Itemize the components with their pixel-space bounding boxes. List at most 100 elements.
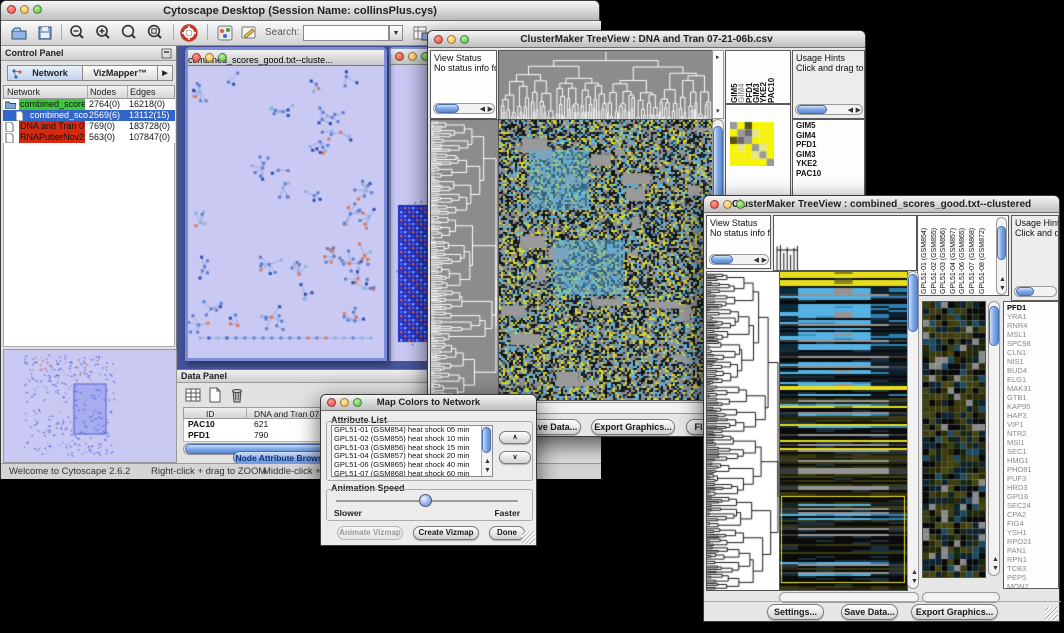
zoom-button[interactable]	[353, 398, 362, 407]
tv2-gene-label[interactable]: PUF3	[1007, 474, 1059, 483]
main-titlebar[interactable]: Cytoscape Desktop (Session Name: collins…	[1, 1, 599, 21]
minimize-button[interactable]	[447, 35, 456, 44]
tv2-titlebar[interactable]: ClusterMaker TreeView : combined_scores_…	[704, 196, 1059, 213]
tv2-gene-label[interactable]: TCB3	[1007, 564, 1059, 573]
zoom-button[interactable]	[33, 5, 42, 14]
tv1-row-dendrogram[interactable]	[430, 119, 499, 401]
tv2-gene-label[interactable]: HAP3	[1007, 411, 1059, 420]
tv2-gene-label[interactable]: SPC98	[1007, 339, 1059, 348]
tv1-titlebar[interactable]: ClusterMaker TreeView : DNA and Tran 07-…	[428, 31, 865, 48]
network-tree-row[interactable]: RNAPuberNov2+563(0)107847(0)	[3, 132, 175, 143]
network-tree-row[interactable]: DNA and Tran 07769(0)183728(0)	[3, 121, 175, 132]
network-tree-row[interactable]: combined_scores2764(0)16218(0)	[3, 99, 175, 110]
network-tree-row[interactable]: combined_sco2569(6)13112(15)	[3, 110, 175, 121]
tv2-status-hscrollbar[interactable]: ◀▶	[709, 254, 769, 265]
tv2-column-label[interactable]: GPL51-04 (GSM857)	[950, 218, 957, 294]
close-button[interactable]	[192, 53, 201, 62]
tv2-gene-label[interactable]: CPA2	[1007, 510, 1059, 519]
attribute-list[interactable]: GPL51-01 (GSM854) heat shock 05 minGPL51…	[331, 425, 493, 477]
tv2-zoom-heatmap[interactable]	[922, 301, 986, 578]
tv2-resize-grip[interactable]	[1045, 607, 1058, 620]
tv2-hints-hscrollbar[interactable]	[1014, 286, 1057, 297]
tv2-gene-label[interactable]: SEC1	[1007, 447, 1059, 456]
move-down-button[interactable]: ∨	[499, 451, 531, 464]
minimize-button[interactable]	[20, 5, 29, 14]
tv2-column-label[interactable]: GPL51-07 (GSM868)	[969, 218, 976, 294]
tv1-row-label[interactable]: GIM5	[796, 121, 864, 131]
tv1-row-label[interactable]: PFD1	[796, 140, 864, 150]
tv2-column-dendrogram[interactable]	[773, 215, 917, 271]
tv2-zoom-vscrollbar[interactable]: ▲▼	[988, 301, 1000, 576]
col-header-network[interactable]: Network	[7, 87, 40, 97]
close-button[interactable]	[327, 398, 336, 407]
tv2-gene-label[interactable]: SEC24	[1007, 501, 1059, 510]
network-window-1[interactable]: combined_scores_good.txt--cluste...	[185, 47, 387, 361]
zoom-in-icon[interactable]	[93, 23, 113, 43]
tv2-gene-label[interactable]: GTB1	[1007, 393, 1059, 402]
tv2-heatmap[interactable]	[779, 271, 908, 591]
zoom-button[interactable]	[460, 35, 469, 44]
done-button[interactable]: Done	[489, 526, 525, 540]
zoom-button[interactable]	[736, 200, 745, 209]
tv2-gene-label[interactable]: HMG1	[1007, 456, 1059, 465]
tv2-column-label[interactable]: GPL51-06 (GSM865)	[959, 218, 966, 294]
dialog-resize-grip[interactable]	[522, 531, 535, 544]
tv2-gene-label[interactable]: BUD4	[1007, 366, 1059, 375]
tv2-collabels-vscrollbar[interactable]: ▲▼	[996, 217, 1007, 295]
tv2-gene-label[interactable]: NIS1	[1007, 357, 1059, 366]
tv1-row-label[interactable]: GIM4	[796, 131, 864, 141]
zoom-button[interactable]	[218, 53, 227, 62]
tv2-column-label[interactable]: GPL51-03 (GSM856)	[940, 218, 947, 294]
col-header-edges[interactable]: Edges	[130, 87, 156, 97]
tv2-gene-label[interactable]: PHO81	[1007, 465, 1059, 474]
tab-network[interactable]: Network	[7, 65, 83, 81]
close-button[interactable]	[7, 5, 16, 14]
tv2-column-label[interactable]: GPL51-02 (GSM855)	[931, 218, 938, 294]
tv2-save-data-button[interactable]: Save Data...	[841, 604, 898, 620]
attribute-item[interactable]: GPL51-04 (GSM857) heat shock 20 min	[334, 452, 482, 461]
search-input[interactable]	[303, 25, 389, 41]
help-lifesaver-icon[interactable]	[179, 23, 199, 43]
tv2-column-label[interactable]: GPL51-08 (GSM872)	[979, 218, 986, 294]
search-dropdown-button[interactable]: ▼	[389, 25, 403, 41]
minimize-button[interactable]	[340, 398, 349, 407]
new-document-icon[interactable]	[206, 386, 224, 404]
tv2-gene-label[interactable]: MON2	[1007, 582, 1059, 589]
tv2-gene-label[interactable]: YRA1	[1007, 312, 1059, 321]
tv2-gene-label[interactable]: PFD1	[1007, 303, 1059, 312]
attribute-list-vscrollbar[interactable]: ▲▼	[481, 426, 492, 476]
tv1-column-label[interactable]: PAC10	[767, 53, 776, 103]
tv2-gene-label[interactable]: HRD3	[1007, 483, 1059, 492]
attribute-item[interactable]: GPL51-02 (GSM855) heat shock 10 min	[334, 435, 482, 444]
data-col-id[interactable]: ID	[206, 409, 215, 419]
dialog-titlebar[interactable]: Map Colors to Network	[321, 395, 536, 411]
network-table-header[interactable]: Network Nodes Edges	[3, 85, 175, 99]
attribute-item[interactable]: GPL51-03 (GSM856) heat shock 15 min	[334, 444, 482, 453]
tv1-column-dendrogram[interactable]	[498, 50, 713, 121]
open-file-icon[interactable]	[9, 23, 29, 43]
minimize-button[interactable]	[723, 200, 732, 209]
close-button[interactable]	[434, 35, 443, 44]
trash-icon[interactable]	[228, 386, 246, 404]
tv2-gene-label[interactable]: YSH1	[1007, 528, 1059, 537]
tv2-gene-label[interactable]: VIP1	[1007, 420, 1059, 429]
tv2-export-graphics-button[interactable]: Export Graphics...	[911, 604, 998, 620]
tv1-similarity-matrix[interactable]	[730, 121, 774, 166]
tv2-settings-button[interactable]: Settings...	[767, 604, 824, 620]
tv2-gene-label[interactable]: PAN1	[1007, 546, 1059, 555]
tv2-gene-label[interactable]: NTR2	[1007, 429, 1059, 438]
tv2-gene-label[interactable]: RNR4	[1007, 321, 1059, 330]
speed-slider-thumb[interactable]	[419, 494, 432, 507]
tv1-heatmap[interactable]	[498, 119, 713, 401]
tv2-gene-label[interactable]: RPN1	[1007, 555, 1059, 564]
network-view-canvas[interactable]	[188, 66, 384, 358]
create-vizmap-button[interactable]: Create Vizmap	[413, 526, 479, 540]
tv2-gene-label[interactable]: KAP95	[1007, 402, 1059, 411]
annotation-icon[interactable]	[239, 23, 259, 43]
tv2-gene-list[interactable]: PFD1YRA1RNR4MSL1SPC98CLN1NIS1BUD4ELG1MAK…	[1007, 303, 1059, 589]
tv2-gene-label[interactable]: MSL1	[1007, 330, 1059, 339]
minimize-button[interactable]	[205, 53, 214, 62]
zoom-selected-icon[interactable]	[145, 23, 165, 43]
tv2-gene-label[interactable]: CLN1	[1007, 348, 1059, 357]
save-icon[interactable]	[35, 23, 55, 43]
